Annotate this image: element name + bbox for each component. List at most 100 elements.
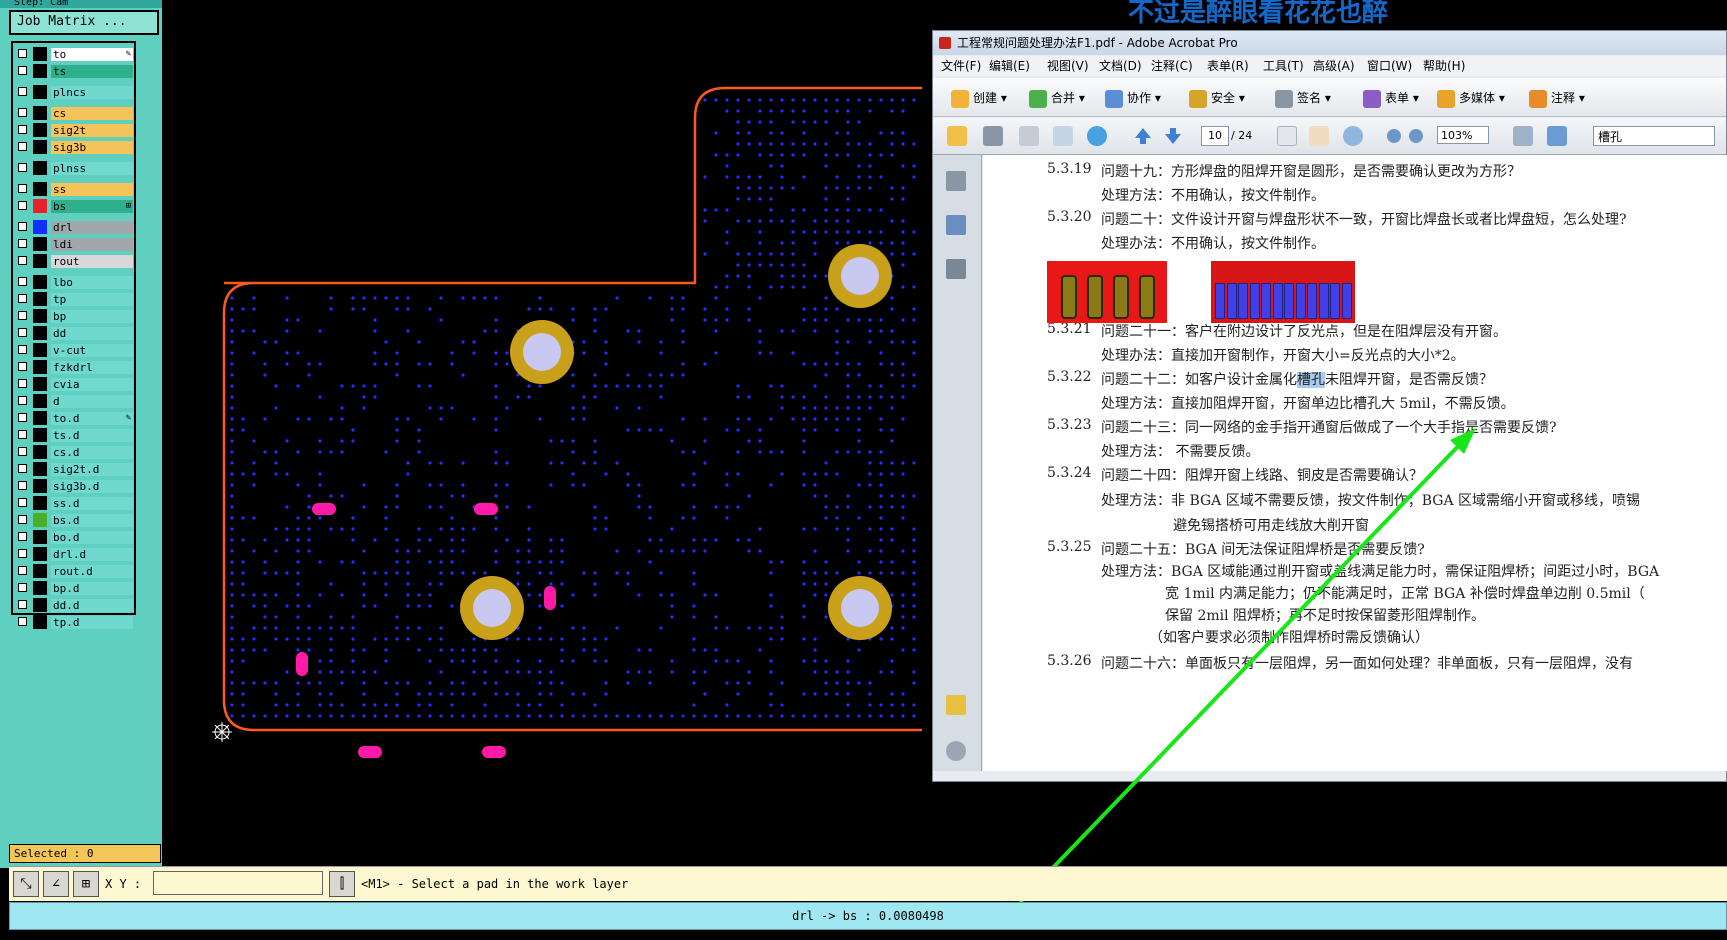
layer-row-ts.d[interactable]: ts.d [15,428,135,443]
layer-color-swatch[interactable] [33,479,47,493]
layer-checkbox[interactable] [18,549,27,558]
layer-name[interactable]: ts.d [51,429,133,442]
full-screen-icon[interactable] [1547,126,1567,146]
layer-row-bo.d[interactable]: bo.d [15,530,135,545]
save-icon[interactable] [1019,126,1039,146]
layer-name[interactable]: dd.d [51,599,133,612]
layer-row-fzkdrl[interactable]: fzkdrl [15,360,135,375]
layer-row-bp[interactable]: bp [15,309,135,324]
layer-row-plncs[interactable]: plncs [15,85,135,100]
layer-color-swatch[interactable] [33,360,47,374]
layer-color-swatch[interactable] [33,254,47,268]
layer-color-swatch[interactable] [33,220,47,234]
pad-hole[interactable] [841,257,879,295]
layer-color-swatch[interactable] [33,161,47,175]
layer-row-drl[interactable]: drl [15,220,135,235]
zoom-out-icon[interactable] [1387,129,1401,143]
menu-item[interactable]: 注释(C) [1151,56,1193,76]
layer-checkbox[interactable] [18,142,27,151]
pad-group[interactable] [460,244,892,640]
layer-row-lbo[interactable]: lbo [15,275,135,290]
layer-checkbox[interactable] [18,430,27,439]
layer-checkbox[interactable] [18,66,27,75]
layer-row-plnss[interactable]: plnss [15,161,135,176]
next-page-icon[interactable] [1165,128,1181,144]
layer-name[interactable]: tp [51,293,133,306]
layer-row-tp[interactable]: tp [15,292,135,307]
layer-color-swatch[interactable] [33,428,47,442]
select-tool-icon[interactable] [1277,126,1297,146]
layer-checkbox[interactable] [18,566,27,575]
layer-checkbox[interactable] [18,311,27,320]
layer-checkbox[interactable] [18,362,27,371]
layer-color-swatch[interactable] [33,123,47,137]
layer-name[interactable]: fzkdrl [51,361,133,374]
layer-color-swatch[interactable] [33,462,47,476]
layer-color-swatch[interactable] [33,275,47,289]
layer-row-sig2t.d[interactable]: sig2t.d [15,462,135,477]
layer-color-swatch[interactable] [33,85,47,99]
layer-row-to[interactable]: to ✎ [15,47,135,62]
layer-checkbox[interactable] [18,464,27,473]
zoom-tool-icon[interactable] [1343,126,1363,146]
search-input[interactable]: 槽孔 [1593,126,1715,146]
combine-button[interactable]: 合并 ▾ [1029,89,1085,108]
layer-checkbox[interactable] [18,87,27,96]
grid-icon[interactable]: ⊞ [73,871,99,897]
layer-row-drl.d[interactable]: drl.d [15,547,135,562]
slot-group[interactable] [296,503,556,758]
layer-name[interactable]: cs [51,107,133,120]
layer-name[interactable]: rout [51,255,133,268]
menu-item[interactable]: 高级(A) [1313,56,1355,76]
layer-name[interactable]: sig2t.d [51,463,133,476]
layer-color-swatch[interactable] [33,564,47,578]
document-page[interactable]: 5.3.19 问题十九：方形焊盘的阻焊开窗是圆形，是否需要确认更改为方形？ 处理方法… [983,155,1727,771]
pan-icon[interactable]: ⤡ [13,871,39,897]
layer-row-tp.d[interactable]: tp.d [15,615,135,630]
print-icon[interactable] [983,126,1003,146]
layer-checkbox[interactable] [18,163,27,172]
menu-item[interactable]: 窗口(W) [1367,56,1412,76]
layer-checkbox[interactable] [18,498,27,507]
menu-item[interactable]: 表单(R) [1207,56,1249,76]
layer-row-ss[interactable]: ss [15,182,135,197]
layer-checkbox[interactable] [18,583,27,592]
job-matrix-button[interactable]: Job Matrix ... [9,10,159,35]
layer-color-swatch[interactable] [33,140,47,154]
layer-row-sig3b[interactable]: sig3b [15,140,135,155]
layer-name[interactable]: plncs [51,86,133,99]
menu-item[interactable]: 文件(F) [941,56,981,76]
layer-row-v-cut[interactable]: v-cut [15,343,135,358]
menu-item[interactable]: 视图(V) [1047,56,1089,76]
signatures-icon[interactable] [946,259,966,279]
open-icon[interactable] [947,126,967,146]
layer-color-swatch[interactable] [33,182,47,196]
slot-pad[interactable] [482,746,506,758]
layer-checkbox[interactable] [18,328,27,337]
layer-checkbox[interactable] [18,294,27,303]
layer-checkbox[interactable] [18,515,27,524]
layer-name[interactable]: sig3b.d [51,480,133,493]
layer-checkbox[interactable] [18,256,27,265]
pad-hole[interactable] [523,333,561,371]
web-icon[interactable] [1087,126,1107,146]
layer-name[interactable]: drl [51,221,133,234]
layer-row-bs.d[interactable]: bs.d [15,513,135,528]
layer-color-swatch[interactable] [33,309,47,323]
bookmarks-icon[interactable] [946,215,966,235]
layer-name[interactable]: d [51,395,133,408]
layer-name[interactable]: ts [51,65,133,78]
pcb-canvas[interactable] [162,0,922,860]
layer-color-swatch[interactable] [33,64,47,78]
layer-checkbox[interactable] [18,532,27,541]
secure-button[interactable]: 安全 ▾ [1189,89,1245,108]
layer-color-swatch[interactable] [33,106,47,120]
layer-row-dd[interactable]: dd [15,326,135,341]
hand-tool-icon[interactable] [1309,126,1329,146]
forms-button[interactable]: 表单 ▾ [1363,89,1419,108]
layer-name[interactable]: to.d ✎ [51,412,133,425]
layer-name[interactable]: cs.d [51,446,133,459]
layer-name[interactable]: to ✎ [51,48,133,61]
layer-row-dd.d[interactable]: dd.d [15,598,135,613]
page-number-input[interactable]: 10 [1201,126,1229,146]
